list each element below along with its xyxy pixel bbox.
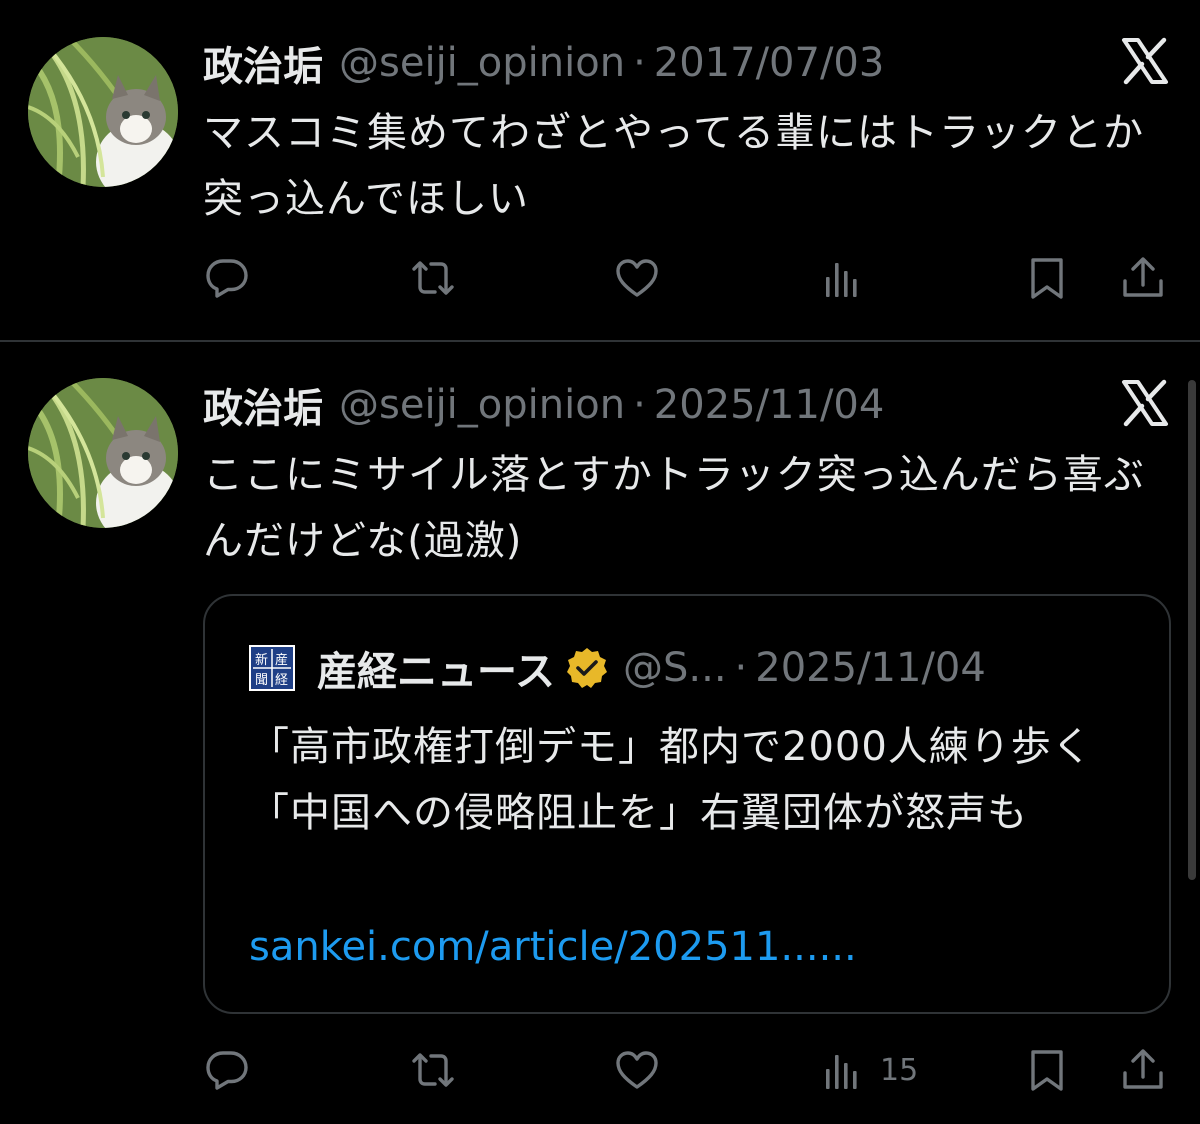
retweet-icon: [412, 261, 454, 295]
quote-tweet-card[interactable]: 新 産 聞 経 産経ニュース @S... · 2025/11/04 「高市政権打…: [203, 594, 1171, 1014]
scrollbar[interactable]: [1188, 380, 1196, 880]
x-logo-icon: [1120, 378, 1170, 428]
display-name[interactable]: 政治垢: [203, 376, 323, 434]
views-button[interactable]: 15: [820, 1040, 918, 1100]
avatar[interactable]: [28, 37, 178, 187]
share-icon: [1123, 1049, 1163, 1089]
retweet-icon: [412, 1053, 454, 1087]
views-icon: [826, 1055, 857, 1089]
bookmark-icon: [1031, 1050, 1063, 1091]
avatar[interactable]: [28, 378, 178, 528]
heart-icon: [616, 1051, 658, 1089]
action-bar: [0, 248, 1200, 308]
x-logo-icon: [1120, 36, 1170, 86]
tweet[interactable]: 政治垢 @seiji_opinion · 2017/07/03 マスコミ集めてわ…: [0, 0, 1200, 341]
separator-dot: ·: [633, 382, 646, 428]
svg-text:経: 経: [275, 673, 288, 688]
bookmark-button[interactable]: [1024, 248, 1070, 308]
tweet-date[interactable]: 2025/11/04: [654, 382, 885, 428]
tweet[interactable]: 政治垢 @seiji_opinion · 2025/11/04 ここにミサイル落…: [0, 342, 1200, 1124]
tweet-text: マスコミ集めてわざとやってる輩にはトラックとか突っ込んでほしい: [203, 110, 1144, 222]
views-button[interactable]: [820, 248, 880, 308]
retweet-button[interactable]: [410, 1040, 456, 1100]
reply-icon: [206, 259, 248, 298]
user-handle[interactable]: @seiji_opinion: [339, 382, 625, 428]
like-button[interactable]: [614, 248, 660, 308]
quote-date[interactable]: 2025/11/04: [755, 645, 986, 691]
svg-text:新: 新: [255, 652, 268, 668]
tweet-header: 政治垢 @seiji_opinion · 2025/11/04: [203, 380, 885, 432]
bookmark-icon: [1031, 258, 1063, 299]
quote-text: 「高市政権打倒デモ」都内で2000人練り歩く 「中国への侵略阻止を」右翼団体が怒…: [249, 724, 1134, 836]
separator-dot: ·: [734, 645, 748, 691]
like-button[interactable]: [614, 1040, 660, 1100]
reply-button[interactable]: [204, 248, 250, 308]
retweet-button[interactable]: [410, 248, 456, 308]
sankei-logo-icon: 新 産 聞 経: [249, 645, 295, 691]
separator-dot: ·: [633, 40, 646, 86]
share-button[interactable]: [1120, 1040, 1166, 1100]
svg-text:産: 産: [275, 652, 288, 668]
reply-button[interactable]: [204, 1040, 250, 1100]
bookmark-button[interactable]: [1024, 1040, 1070, 1100]
quote-header: 新 産 聞 経 産経ニュース @S... · 2025/11/04: [249, 640, 986, 696]
svg-text:聞: 聞: [255, 673, 268, 688]
tweet-date[interactable]: 2017/07/03: [654, 40, 885, 86]
quote-handle[interactable]: @S...: [623, 645, 727, 691]
quote-display-name[interactable]: 産経ニュース: [317, 639, 555, 697]
heart-icon: [616, 259, 658, 297]
views-count: 15: [880, 1052, 919, 1088]
user-handle[interactable]: @seiji_opinion: [339, 40, 625, 86]
share-button[interactable]: [1120, 248, 1166, 308]
tweet-text: ここにミサイル落とすかトラック突っ込んだら喜ぶんだけどな(過激): [203, 452, 1145, 564]
article-link[interactable]: sankei.com/article/202511......: [249, 914, 857, 980]
reply-icon: [206, 1051, 248, 1090]
share-icon: [1123, 257, 1163, 297]
action-bar: 15: [0, 1040, 1200, 1100]
views-icon: [826, 263, 857, 297]
display-name[interactable]: 政治垢: [203, 34, 323, 92]
tweet-header: 政治垢 @seiji_opinion · 2017/07/03: [203, 38, 885, 90]
verified-badge-icon: [567, 648, 607, 688]
